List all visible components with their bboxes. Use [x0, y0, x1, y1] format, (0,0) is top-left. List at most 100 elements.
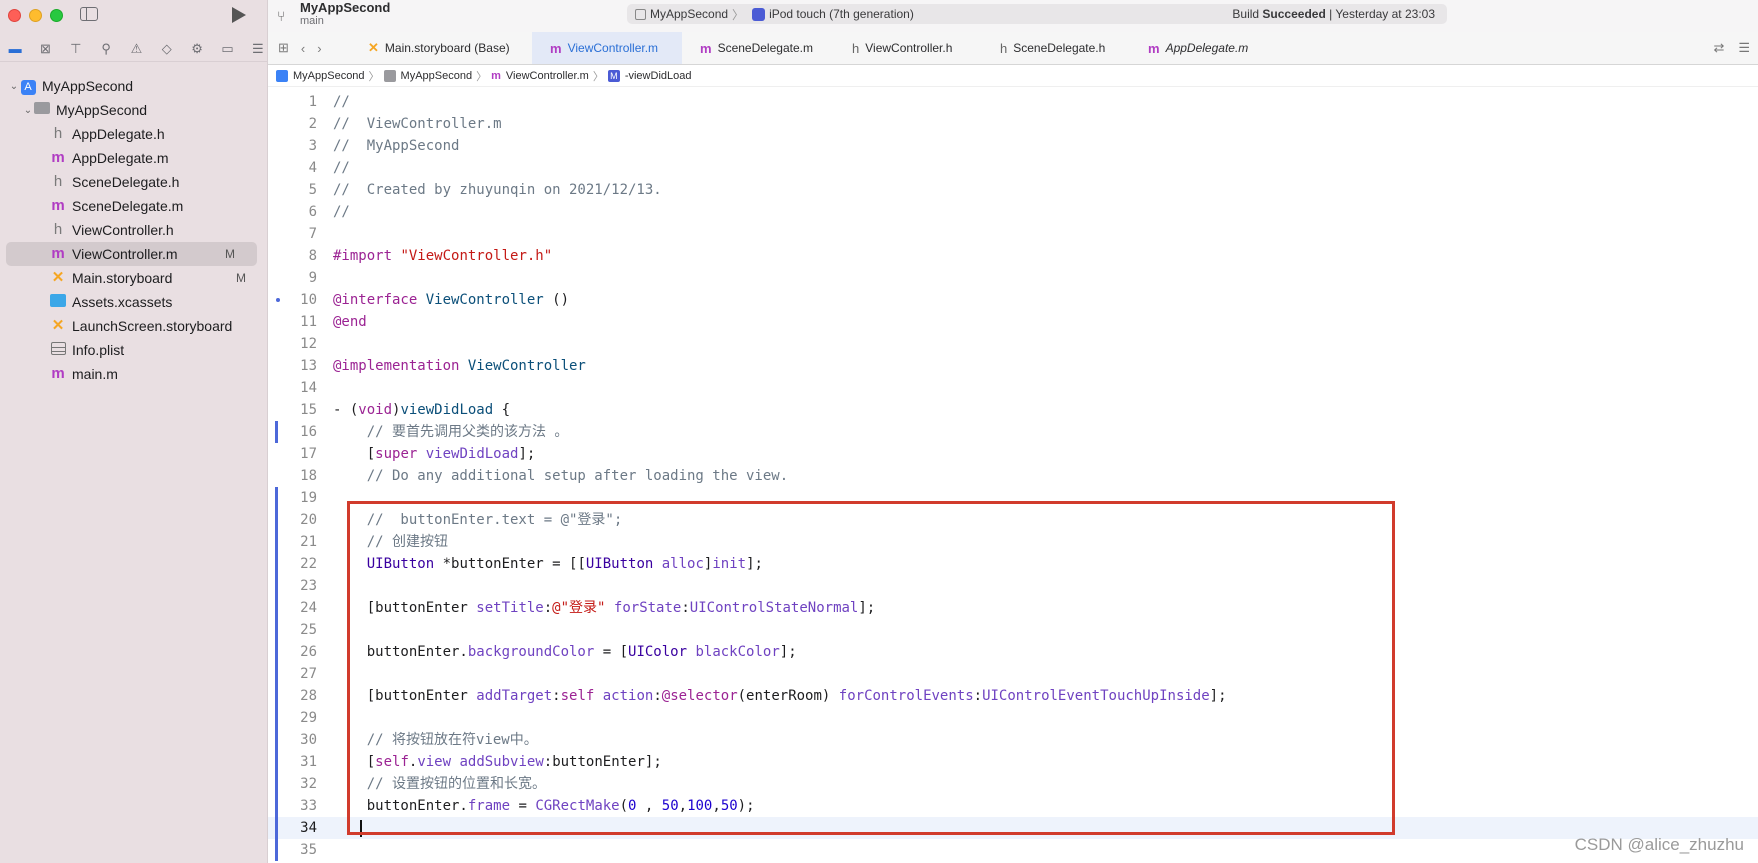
code-line[interactable]: 10 @interface ViewController () [268, 289, 1758, 311]
code-line[interactable]: 6 // [268, 201, 1758, 223]
source-editor[interactable]: 1 // 2 // ViewController.m 3 // MyAppSecond 4 /… [268, 91, 1758, 863]
code-line[interactable]: 18 // Do any additional setup after load… [268, 465, 1758, 487]
tree-file-row[interactable]: m AppDelegate.m [0, 146, 268, 170]
editor-options-icon[interactable]: ☰ [1738, 40, 1750, 56]
folder-icon[interactable]: ▬ [5, 39, 25, 59]
related-items-icon[interactable]: ⇄ [1713, 40, 1724, 56]
code-line[interactable]: 22 UIButton *buttonEnter = [[UIButton al… [268, 553, 1758, 575]
tree-file-row[interactable]: ✕ Main.storyboard M [0, 266, 268, 290]
tree-file-row[interactable]: ✕ LaunchScreen.storyboard [0, 314, 268, 338]
code-line[interactable]: 31 [self.view addSubview:buttonEnter]; [268, 751, 1758, 773]
code-line[interactable]: 8 #import "ViewController.h" [268, 245, 1758, 267]
jumpbar-item[interactable]: MyAppSecond [293, 70, 365, 82]
code-line[interactable]: 13 @implementation ViewController [268, 355, 1758, 377]
code-line[interactable]: 29 [268, 707, 1758, 729]
tab-scenedelegate-h[interactable]: h SceneDelegate.h [982, 32, 1130, 64]
code-line[interactable]: 26 buttonEnter.backgroundColor = [UIColo… [268, 641, 1758, 663]
tree-file-row[interactable]: m main.m [0, 362, 268, 386]
code-text: UIButton *buttonEnter = [[UIButton alloc… [333, 553, 763, 575]
code-line[interactable]: 17 [super viewDidLoad]; [268, 443, 1758, 465]
grid-icon[interactable]: ⊞ [278, 40, 289, 56]
warning-icon[interactable]: ⚠ [126, 39, 146, 59]
tree-file-row[interactable]: Info.plist [0, 338, 268, 362]
report-icon[interactable]: ☰ [248, 39, 268, 59]
code-token: : [681, 600, 690, 616]
code-line[interactable]: 11 @end [268, 311, 1758, 333]
code-token: // Do any additional setup after loading… [333, 468, 789, 484]
code-line[interactable]: 2 // ViewController.m [268, 113, 1758, 135]
run-icon[interactable] [232, 7, 246, 23]
source-control-icon[interactable]: ⊠ [35, 39, 55, 59]
disclosure-icon[interactable]: ⌄ [22, 105, 34, 116]
code-line[interactable]: 24 [buttonEnter setTitle:@"登录" forState:… [268, 597, 1758, 619]
code-token: view [417, 754, 452, 770]
code-line[interactable]: 35 [268, 839, 1758, 861]
code-token: UIButton [333, 556, 435, 572]
tab-main-storyboard[interactable]: ✕ Main.storyboard (Base) [350, 32, 532, 64]
device-selector[interactable]: iPod touch (7th generation) [769, 7, 914, 21]
code-line[interactable]: 4 // [268, 157, 1758, 179]
code-token: setTitle [476, 600, 544, 616]
code-line[interactable]: 12 [268, 333, 1758, 355]
close-window-button[interactable] [8, 9, 21, 22]
code-line[interactable]: 5 // Created by zhuyunqin on 2021/12/13. [268, 179, 1758, 201]
tab-appdelegate-m[interactable]: m AppDelegate.m [1130, 32, 1270, 64]
sidebar-toggle-icon[interactable] [80, 7, 98, 21]
breakpoint-icon[interactable]: ▭ [217, 39, 237, 59]
tree-file-row[interactable]: h AppDelegate.h [0, 122, 268, 146]
code-line[interactable]: 1 // [268, 91, 1758, 113]
forward-icon[interactable]: › [317, 41, 321, 56]
code-text: // Do any additional setup after loading… [333, 465, 788, 487]
line-number: 16 [300, 424, 317, 440]
minimize-window-button[interactable] [29, 9, 42, 22]
code-line[interactable]: 33 buttonEnter.frame = CGRectMake(0 , 50… [268, 795, 1758, 817]
tree-file-row[interactable]: h ViewController.h [0, 218, 268, 242]
code-token: , [712, 798, 721, 814]
code-text: buttonEnter.frame = CGRectMake(0 , 50,10… [333, 795, 755, 817]
code-line[interactable]: 34 [268, 817, 1758, 839]
code-line[interactable]: 9 [268, 267, 1758, 289]
scheme-selector[interactable]: MyAppSecond [650, 7, 728, 21]
code-token: ]; [1209, 688, 1227, 704]
code-line[interactable]: 7 [268, 223, 1758, 245]
zoom-window-button[interactable] [50, 9, 63, 22]
code-line[interactable]: 20 // buttonEnter.text = @"登录"; [268, 509, 1758, 531]
code-line[interactable]: 14 [268, 377, 1758, 399]
code-line[interactable]: 15 - (void)viewDidLoad { [268, 399, 1758, 421]
modified-badge: M [225, 247, 235, 261]
tree-project-row[interactable]: ⌄ A MyAppSecond [0, 74, 268, 98]
code-line[interactable]: 30 // 将按钮放在符view中。 [268, 729, 1758, 751]
search-icon[interactable]: ⚲ [96, 39, 116, 59]
jumpbar-item[interactable]: -viewDidLoad [625, 70, 692, 82]
code-line[interactable]: 16 // 要首先调用父类的该方法 。 [268, 421, 1758, 443]
tree-file-row[interactable]: m SceneDelegate.m [0, 194, 268, 218]
debug-icon[interactable]: ⚙ [187, 39, 207, 59]
code-line[interactable]: 25 [268, 619, 1758, 641]
tree-group-row[interactable]: ⌄ MyAppSecond [0, 98, 268, 122]
tab-viewcontroller-h[interactable]: h ViewController.h [834, 32, 982, 64]
code-line[interactable]: 27 [268, 663, 1758, 685]
code-line[interactable]: 3 // MyAppSecond [268, 135, 1758, 157]
jumpbar-item[interactable]: ViewController.m [506, 70, 589, 82]
line-number: 20 [300, 512, 317, 528]
code-text: buttonEnter.backgroundColor = [UIColor b… [333, 641, 797, 663]
test-icon[interactable]: ◇ [157, 39, 177, 59]
disclosure-icon[interactable]: ⌄ [8, 81, 20, 92]
code-line[interactable]: 21 // 创建按钮 [268, 531, 1758, 553]
tree-file-row[interactable]: m ViewController.m M [6, 242, 257, 266]
hierarchy-icon[interactable]: ⊤ [66, 39, 86, 59]
tab-viewcontroller-m[interactable]: m ViewController.m [532, 32, 682, 64]
code-token: : [543, 600, 553, 616]
code-line[interactable]: 19 [268, 487, 1758, 509]
plist-icon [50, 341, 66, 359]
code-line[interactable]: 23 [268, 575, 1758, 597]
code-line[interactable]: 28 [buttonEnter addTarget:self action:@s… [268, 685, 1758, 707]
code-token: UIButton [585, 556, 654, 572]
tab-scenedelegate-m[interactable]: m SceneDelegate.m [682, 32, 834, 64]
code-line[interactable]: 32 // 设置按钮的位置和长宽。 [268, 773, 1758, 795]
back-icon[interactable]: ‹ [301, 41, 305, 56]
jumpbar-item[interactable]: MyAppSecond [401, 70, 473, 82]
tree-file-row[interactable]: Assets.xcassets [0, 290, 268, 314]
tree-file-row[interactable]: h SceneDelegate.h [0, 170, 268, 194]
